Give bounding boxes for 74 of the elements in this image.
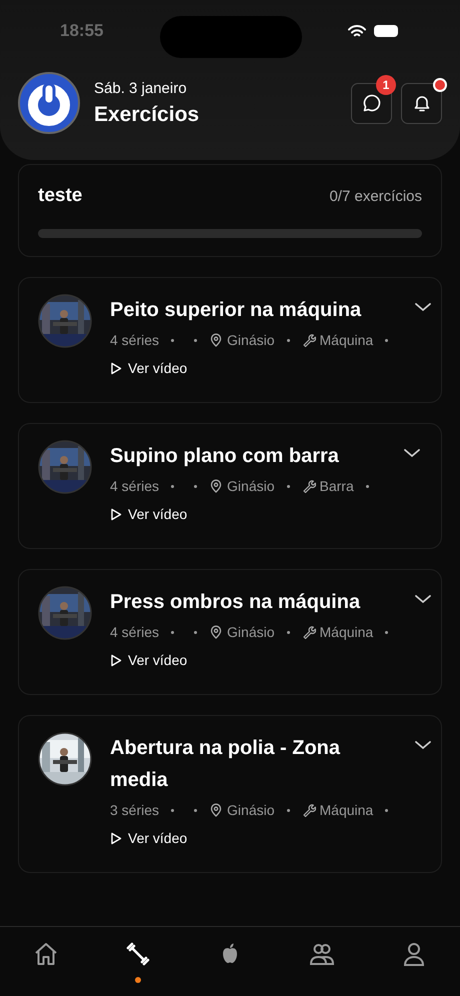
location-label: Ginásio [227, 624, 274, 640]
messages-button[interactable] [351, 82, 392, 124]
equipment-label: Máquina [320, 624, 374, 640]
separator-dot [286, 630, 290, 634]
sets-count: 3 séries [110, 802, 160, 818]
play-icon [110, 508, 122, 520]
location-pin-icon [209, 803, 224, 817]
logo-icon[interactable] [18, 72, 80, 134]
sets-count: 4 séries [110, 332, 160, 348]
exercise-card[interactable]: Abertura na polia - Zona media 3 séries Ginásio Máquina Ver vídeo [18, 715, 442, 873]
message-count-badge: 1 [376, 74, 396, 94]
separator-dot [385, 808, 388, 812]
separator-dot [194, 484, 198, 488]
chevron-icon[interactable] [403, 448, 421, 458]
exercise-name: Peito superior na máquina [110, 298, 362, 323]
exercise-card[interactable]: Supino plano com barra 4 séries Ginásio Barra Ver vídeo [18, 423, 442, 549]
wrench-icon [302, 479, 316, 493]
workout-name: teste [38, 185, 82, 207]
separator-dot [286, 338, 290, 342]
play-icon [110, 654, 122, 666]
exercise-name: Supino plano com barra [110, 444, 340, 469]
location-label: Ginásio [227, 332, 274, 348]
chevron-icon[interactable] [414, 302, 432, 312]
battery-icon [374, 25, 400, 37]
bell-icon [412, 93, 432, 113]
wrench-icon [302, 333, 316, 347]
person-icon [401, 941, 427, 967]
chevron-icon[interactable] [414, 594, 432, 604]
wrench-icon [302, 625, 316, 639]
location-label: Ginásio [227, 802, 274, 818]
active-indicator [135, 977, 141, 983]
separator-dot [171, 630, 174, 634]
separator-dot [194, 808, 198, 812]
location-pin-icon [209, 625, 224, 639]
separator-dot [194, 338, 198, 342]
exercise-card[interactable]: Press ombros na máquina 4 séries Ginásio Máquina Ver vídeo [18, 569, 442, 695]
separator-dot [171, 338, 174, 342]
equipment-label: Máquina [320, 802, 374, 818]
group-icon [309, 941, 335, 967]
sets-count: 4 séries [110, 478, 160, 494]
watch-video-link[interactable]: Ver vídeo [110, 830, 188, 846]
exercise-name: Abertura na polia - Zona media [110, 736, 342, 793]
date-label: Sáb. 3 janeiro [94, 80, 188, 96]
progress-count: 0/7 exercícios [329, 188, 422, 204]
equipment-label: Barra [320, 478, 354, 494]
separator-dot [385, 338, 388, 342]
page-title: Exercícios [94, 102, 200, 126]
location-label: Ginásio [227, 478, 274, 494]
home-icon [33, 941, 59, 967]
watch-video-link[interactable]: Ver vídeo [110, 360, 188, 376]
wrench-icon [302, 803, 316, 817]
notifications-button[interactable] [401, 82, 442, 124]
separator-dot [385, 630, 388, 634]
separator-dot [286, 484, 290, 488]
play-icon [110, 832, 122, 844]
sets-count: 4 séries [110, 624, 160, 640]
separator-dot [286, 808, 290, 812]
location-pin-icon [209, 333, 224, 347]
separator-dot [194, 630, 198, 634]
chevron-icon[interactable] [414, 740, 432, 750]
dumbbell-icon [125, 941, 151, 967]
watch-video-link[interactable]: Ver vídeo [110, 506, 188, 522]
separator-dot [171, 808, 174, 812]
wifi-icon [348, 24, 366, 38]
exercise-card[interactable]: Peito superior na máquina 4 séries Ginásio Máquina Ver vídeo [18, 277, 442, 403]
exercise-name: Press ombros na máquina [110, 590, 362, 615]
separator-dot [171, 484, 174, 488]
chat-icon [362, 93, 382, 113]
play-icon [110, 362, 122, 374]
location-pin-icon [209, 479, 224, 493]
separator-dot [366, 484, 369, 488]
equipment-label: Máquina [320, 332, 374, 348]
watch-video-link[interactable]: Ver vídeo [110, 652, 188, 668]
status-time: 18:55 [60, 21, 104, 41]
